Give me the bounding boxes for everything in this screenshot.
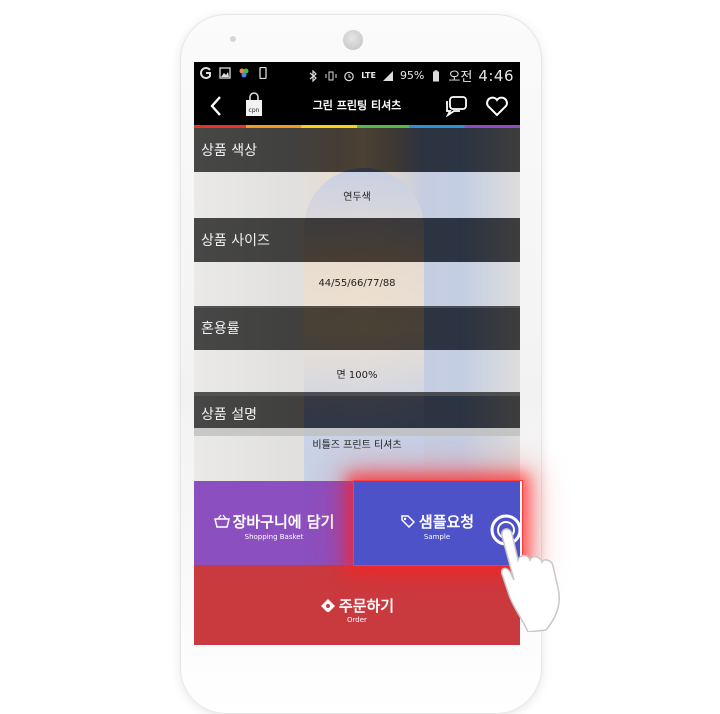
- detail-label-row: 상품 사이즈: [194, 218, 520, 262]
- detail-label: 상품 사이즈: [201, 233, 270, 249]
- clock: 4:46: [478, 66, 514, 85]
- app-notification-icon: [239, 68, 249, 78]
- alarm-icon: [344, 71, 355, 81]
- basket-label: 장바구니에 담기: [232, 513, 335, 531]
- front-camera: [343, 30, 363, 50]
- battery-icon: [433, 69, 440, 81]
- notification-g-icon: [200, 67, 211, 79]
- detail-label-row: 혼용률: [194, 306, 520, 350]
- order-button[interactable]: 주문하기 Order: [194, 565, 520, 645]
- basket-sublabel: Shopping Basket: [244, 533, 304, 541]
- sample-label: 샘플요청: [418, 513, 475, 531]
- detail-value-row: 연두색: [194, 172, 520, 218]
- battery-percent: 95%: [399, 69, 425, 82]
- detail-value: 44/55/66/77/88: [318, 278, 396, 289]
- detail-label: 혼용률: [201, 321, 240, 337]
- add-to-basket-button[interactable]: 장바구니에 담기 Shopping Basket: [194, 481, 354, 565]
- phone-screen: LTE 95% 오전 4:46 cpn 그린 프린팅 티셔츠 상품 색상 연두색…: [194, 62, 520, 645]
- detail-label: 상품 색상: [201, 143, 257, 159]
- detail-label: 상품 설명: [201, 407, 257, 423]
- am-pm: 오전: [448, 70, 473, 85]
- image-icon: [219, 67, 231, 79]
- network-type: LTE: [361, 71, 376, 80]
- app-bar: cpn 그린 프린팅 티셔츠: [194, 87, 520, 125]
- basket-icon: [213, 514, 230, 528]
- phone-small-icon: [259, 67, 267, 79]
- signal-icon: [382, 70, 393, 81]
- detail-value: 면 100%: [336, 370, 378, 381]
- sensor-dot: [230, 36, 236, 42]
- bluetooth-icon: [309, 69, 318, 82]
- order-label: 주문하기: [338, 597, 395, 615]
- detail-value-row: 비틀즈 프린트 티셔츠: [194, 428, 520, 481]
- pointing-hand-icon: [490, 514, 560, 632]
- detail-value: 비틀즈 프린트 티셔츠: [312, 440, 402, 451]
- ticket-icon: [320, 599, 335, 613]
- detail-value-row: 44/55/66/77/88: [194, 262, 520, 308]
- heart-icon[interactable]: [485, 95, 509, 117]
- order-sublabel: Order: [347, 616, 367, 624]
- detail-value: 연두색: [343, 192, 371, 203]
- tag-icon: [401, 515, 415, 529]
- chat-bubble-icon[interactable]: [444, 95, 468, 117]
- page-title: 그린 프린팅 티셔츠: [312, 99, 402, 112]
- status-bar: LTE 95% 오전 4:46: [194, 62, 520, 87]
- vibrate-icon: [325, 71, 337, 80]
- detail-label-row: 상품 색상: [194, 128, 520, 172]
- detail-value-row: 면 100%: [194, 350, 520, 396]
